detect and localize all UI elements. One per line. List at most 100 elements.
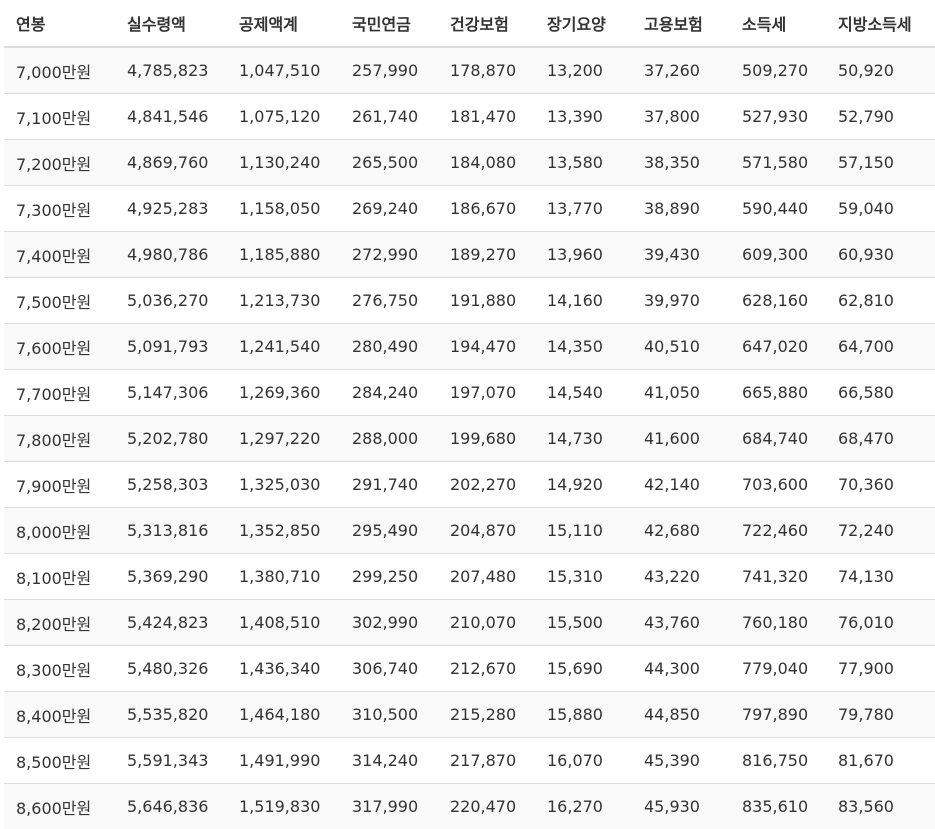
cell-health-insurance: 199,680 [438, 416, 535, 462]
cell-employment-insurance: 42,140 [632, 462, 730, 508]
cell-health-insurance: 194,470 [438, 324, 535, 370]
cell-employment-insurance: 37,260 [632, 47, 730, 94]
cell-salary: 8,400만원 [4, 692, 115, 738]
cell-national-pension: 265,500 [340, 140, 438, 186]
cell-local-income-tax: 66,580 [826, 370, 935, 416]
cell-salary: 7,000만원 [4, 47, 115, 94]
cell-employment-insurance: 45,930 [632, 784, 730, 829]
cell-local-income-tax: 59,040 [826, 186, 935, 232]
cell-employment-insurance: 38,350 [632, 140, 730, 186]
cell-salary: 8,300만원 [4, 646, 115, 692]
cell-salary: 7,600만원 [4, 324, 115, 370]
table-row: 7,000만원4,785,8231,047,510257,990178,8701… [4, 47, 935, 94]
table-row: 8,200만원5,424,8231,408,510302,990210,0701… [4, 600, 935, 646]
cell-health-insurance: 191,880 [438, 278, 535, 324]
cell-long-term-care: 14,540 [535, 370, 632, 416]
cell-net-pay: 4,841,546 [115, 94, 227, 140]
cell-total-deduction: 1,408,510 [227, 600, 340, 646]
cell-health-insurance: 207,480 [438, 554, 535, 600]
cell-salary: 7,100만원 [4, 94, 115, 140]
cell-health-insurance: 178,870 [438, 47, 535, 94]
cell-total-deduction: 1,130,240 [227, 140, 340, 186]
cell-local-income-tax: 50,920 [826, 47, 935, 94]
salary-table: 연봉 실수령액 공제액계 국민연금 건강보험 장기요양 고용보험 소득세 지방소… [4, 0, 935, 829]
cell-national-pension: 272,990 [340, 232, 438, 278]
header-cell-income-tax: 소득세 [730, 0, 826, 47]
cell-total-deduction: 1,436,340 [227, 646, 340, 692]
cell-employment-insurance: 41,600 [632, 416, 730, 462]
cell-salary: 7,400만원 [4, 232, 115, 278]
table-row: 7,900만원5,258,3031,325,030291,740202,2701… [4, 462, 935, 508]
cell-employment-insurance: 43,760 [632, 600, 730, 646]
cell-total-deduction: 1,213,730 [227, 278, 340, 324]
cell-total-deduction: 1,491,990 [227, 738, 340, 784]
cell-health-insurance: 210,070 [438, 600, 535, 646]
cell-national-pension: 261,740 [340, 94, 438, 140]
cell-health-insurance: 202,270 [438, 462, 535, 508]
cell-national-pension: 310,500 [340, 692, 438, 738]
table-row: 7,500만원5,036,2701,213,730276,750191,8801… [4, 278, 935, 324]
table-header: 연봉 실수령액 공제액계 국민연금 건강보험 장기요양 고용보험 소득세 지방소… [4, 0, 935, 47]
cell-employment-insurance: 38,890 [632, 186, 730, 232]
table-row: 8,300만원5,480,3261,436,340306,740212,6701… [4, 646, 935, 692]
cell-national-pension: 306,740 [340, 646, 438, 692]
cell-national-pension: 317,990 [340, 784, 438, 829]
header-row: 연봉 실수령액 공제액계 국민연금 건강보험 장기요양 고용보험 소득세 지방소… [4, 0, 935, 47]
cell-local-income-tax: 60,930 [826, 232, 935, 278]
cell-national-pension: 295,490 [340, 508, 438, 554]
cell-net-pay: 5,369,290 [115, 554, 227, 600]
cell-national-pension: 299,250 [340, 554, 438, 600]
header-cell-national-pension: 국민연금 [340, 0, 438, 47]
cell-local-income-tax: 70,360 [826, 462, 935, 508]
cell-employment-insurance: 40,510 [632, 324, 730, 370]
header-cell-local-income-tax: 지방소득세 [826, 0, 935, 47]
cell-income-tax: 647,020 [730, 324, 826, 370]
cell-employment-insurance: 44,850 [632, 692, 730, 738]
cell-employment-insurance: 43,220 [632, 554, 730, 600]
cell-national-pension: 302,990 [340, 600, 438, 646]
cell-local-income-tax: 57,150 [826, 140, 935, 186]
cell-income-tax: 527,930 [730, 94, 826, 140]
cell-long-term-care: 15,690 [535, 646, 632, 692]
cell-long-term-care: 13,390 [535, 94, 632, 140]
table-row: 8,000만원5,313,8161,352,850295,490204,8701… [4, 508, 935, 554]
cell-long-term-care: 14,920 [535, 462, 632, 508]
cell-salary: 8,100만원 [4, 554, 115, 600]
cell-health-insurance: 197,070 [438, 370, 535, 416]
cell-long-term-care: 15,110 [535, 508, 632, 554]
cell-salary: 7,700만원 [4, 370, 115, 416]
cell-income-tax: 665,880 [730, 370, 826, 416]
cell-net-pay: 4,980,786 [115, 232, 227, 278]
cell-national-pension: 269,240 [340, 186, 438, 232]
cell-employment-insurance: 39,430 [632, 232, 730, 278]
cell-national-pension: 280,490 [340, 324, 438, 370]
cell-total-deduction: 1,075,120 [227, 94, 340, 140]
table-row: 7,400만원4,980,7861,185,880272,990189,2701… [4, 232, 935, 278]
cell-local-income-tax: 64,700 [826, 324, 935, 370]
cell-health-insurance: 212,670 [438, 646, 535, 692]
cell-income-tax: 722,460 [730, 508, 826, 554]
cell-long-term-care: 15,310 [535, 554, 632, 600]
cell-long-term-care: 13,580 [535, 140, 632, 186]
cell-income-tax: 628,160 [730, 278, 826, 324]
cell-employment-insurance: 37,800 [632, 94, 730, 140]
cell-long-term-care: 14,730 [535, 416, 632, 462]
cell-income-tax: 816,750 [730, 738, 826, 784]
cell-income-tax: 609,300 [730, 232, 826, 278]
cell-long-term-care: 13,960 [535, 232, 632, 278]
cell-local-income-tax: 79,780 [826, 692, 935, 738]
cell-health-insurance: 220,470 [438, 784, 535, 829]
cell-long-term-care: 14,160 [535, 278, 632, 324]
cell-income-tax: 760,180 [730, 600, 826, 646]
cell-national-pension: 257,990 [340, 47, 438, 94]
cell-national-pension: 276,750 [340, 278, 438, 324]
cell-net-pay: 4,925,283 [115, 186, 227, 232]
cell-income-tax: 509,270 [730, 47, 826, 94]
cell-total-deduction: 1,269,360 [227, 370, 340, 416]
cell-health-insurance: 215,280 [438, 692, 535, 738]
table-row: 8,600만원5,646,8361,519,830317,990220,4701… [4, 784, 935, 829]
cell-salary: 8,500만원 [4, 738, 115, 784]
cell-total-deduction: 1,380,710 [227, 554, 340, 600]
cell-health-insurance: 217,870 [438, 738, 535, 784]
cell-health-insurance: 186,670 [438, 186, 535, 232]
